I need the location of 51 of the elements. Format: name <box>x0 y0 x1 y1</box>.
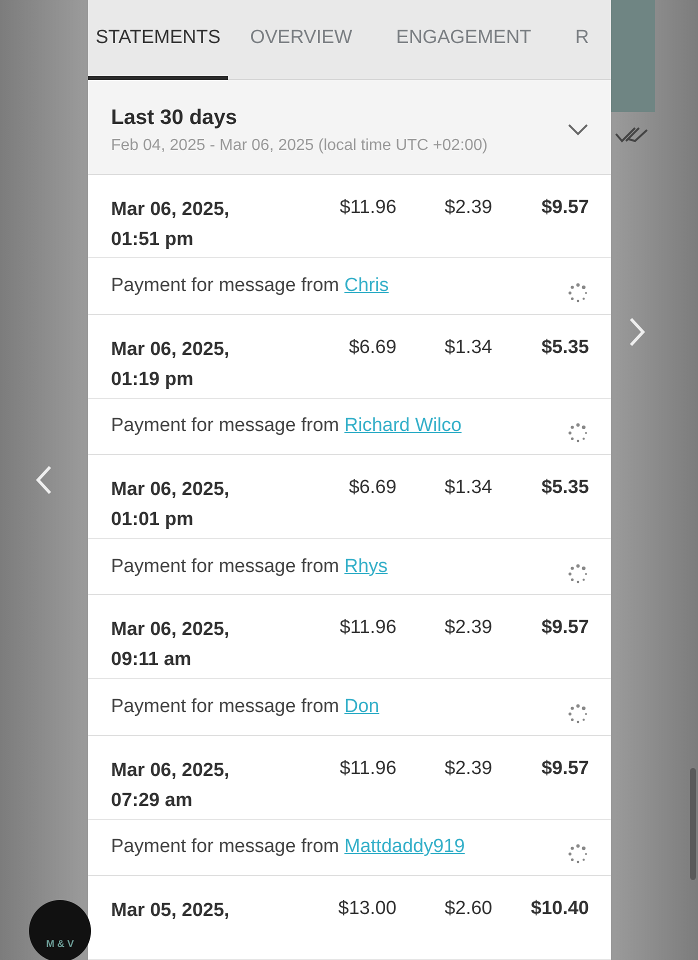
date-range: Feb 04, 2025 - Mar 06, 2025 (local time UTC +02:00) <box>111 136 489 156</box>
date-text: Mar 05, 2025, <box>111 899 230 924</box>
tab[interactable]: OVERVIEW <box>228 0 374 80</box>
fee-amount: $1.34 <box>444 336 492 360</box>
gross-amount: $13.00 <box>337 897 396 922</box>
gross-amount: $11.96 <box>338 756 396 781</box>
net-amount: $5.35 <box>540 336 589 360</box>
sender-link[interactable]: Rhys <box>344 556 388 577</box>
fee-amount: $2.39 <box>444 196 492 220</box>
payment-description: Payment for message from Chris <box>111 274 389 298</box>
sender-link[interactable]: Chris <box>344 274 389 296</box>
net-amount: $10.40 <box>530 897 589 922</box>
date-text: Mar 06, 2025, <box>111 198 230 222</box>
previous-button[interactable] <box>34 464 54 496</box>
payment-description: Payment for message from Mattdaddy919 <box>111 835 465 860</box>
net-amount: $9.57 <box>540 616 589 640</box>
gross-amount: $6.69 <box>348 336 396 360</box>
tab[interactable]: R <box>553 0 611 80</box>
time-text: 01:51 pm <box>111 228 194 252</box>
fee-amount: $2.39 <box>444 756 492 781</box>
net-amount: $5.35 <box>540 476 589 500</box>
filter-title: Last 30 days <box>111 105 238 131</box>
payment-description: Payment for message from Don <box>111 694 380 719</box>
date-text: Mar 06, 2025, <box>111 618 230 642</box>
sender-link[interactable]: Richard Wilco <box>344 415 462 436</box>
tab[interactable]: ENGAGEMENT <box>374 0 554 80</box>
payment-description: Payment for message from Richard Wilco <box>111 414 462 438</box>
fee-amount: $2.60 <box>444 897 492 922</box>
payment-description: Payment for message from Rhys <box>111 554 388 579</box>
next-button[interactable] <box>627 316 647 348</box>
fee-amount: $2.39 <box>444 616 492 640</box>
scrollbar[interactable] <box>690 768 696 880</box>
gross-amount: $6.69 <box>348 476 396 500</box>
filter-header[interactable]: Last 30 days Feb 04, 2025 - Mar 06, 2025 (local time UTC +02:00) <box>88 80 611 174</box>
date-text: Mar 06, 2025, <box>111 478 230 502</box>
logo-badge: M & V <box>29 900 91 960</box>
time-text: 01:01 pm <box>111 508 194 532</box>
net-amount: $9.57 <box>540 196 589 220</box>
net-amount: $9.57 <box>540 756 589 781</box>
sender-link[interactable]: Mattdaddy919 <box>344 836 465 858</box>
chevron-icon[interactable] <box>567 122 589 137</box>
gross-amount: $11.96 <box>338 616 396 640</box>
sender-link[interactable]: Don <box>344 696 380 717</box>
time-text: 01:19 pm <box>111 368 194 392</box>
date-text: Mar 06, 2025, <box>111 338 230 362</box>
date-text: Mar 06, 2025, <box>111 758 230 783</box>
gross-amount: $11.96 <box>338 196 396 220</box>
double-check-icon <box>615 126 649 144</box>
time-text: 07:29 am <box>111 788 194 813</box>
fee-amount: $1.34 <box>444 476 492 500</box>
time-text: 09:11 am <box>111 648 192 672</box>
